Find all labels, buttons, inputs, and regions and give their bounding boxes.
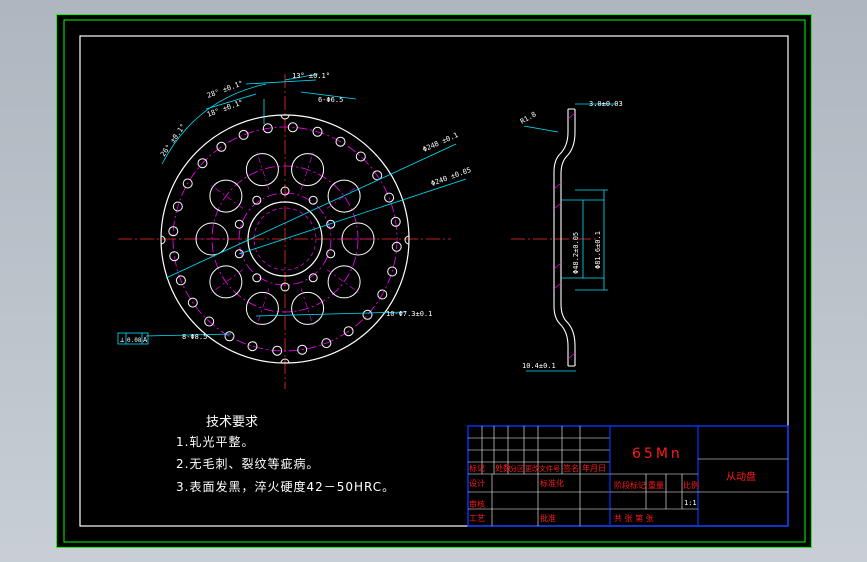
disc-front-view[interactable]: [118, 74, 451, 389]
tb-scale-value: 1:1: [684, 499, 697, 507]
inner-hole: [234, 219, 244, 229]
tb-stage-label: 阶段标记: [614, 480, 646, 490]
drawing-sheet[interactable]: 13° ±0.1° 28° ±0.1° 18° ±0.1° 26° ±0.1° …: [56, 14, 812, 548]
dim-holes-lower: 10-Φ7.3±0.1: [386, 310, 432, 318]
inner-hole: [326, 249, 336, 259]
dim-holes-top: 6-Φ6.5: [318, 96, 343, 104]
outer-hole: [224, 331, 235, 342]
dim-section-width: 10.4±0.1: [522, 362, 556, 370]
tb-label-date: 年月日: [582, 463, 606, 473]
tb-label-mark: 标记: [469, 463, 485, 473]
tb-design: 设计: [469, 478, 485, 488]
tb-label-count: 处数: [495, 463, 511, 473]
inner-hole: [326, 219, 336, 229]
technical-requirements: 技术要求 1.轧光平整。 2.无毛刺、裂纹等疵病。 3.表面发黑，淬火硬度42－…: [176, 415, 395, 494]
title-block[interactable]: 标记 处数 分区 更改文件号 签名 年月日 设计 标准化 审核 工艺 批准 阶段…: [467, 425, 789, 527]
tb-approve: 批准: [540, 513, 556, 523]
dim-angle-top: 13° ±0.1°: [292, 72, 330, 80]
disc-section-view[interactable]: 3.0±0.03 R1.8 Φ48.2±0.05 Φ81.6±0.1 10.4±…: [511, 100, 623, 372]
tb-sheet-label: 共 张 第 张: [614, 513, 654, 523]
dimension-lines: [145, 73, 467, 337]
front-view-dimension-labels: 13° ±0.1° 28° ±0.1° 18° ±0.1° 26° ±0.1° …: [159, 72, 472, 341]
dim-section-d2: Φ81.6±0.1: [594, 231, 602, 269]
tb-process: 工艺: [469, 514, 485, 523]
outer-hole: [169, 251, 180, 262]
tb-label-zone: 分区: [510, 464, 524, 473]
tech-req-item-1: 1.轧光平整。: [176, 434, 254, 449]
dim-section-d1: Φ48.2±0.05: [572, 232, 580, 274]
outer-hole: [238, 129, 249, 140]
dim-dia-1: Φ248 ±0.1: [422, 131, 460, 154]
cad-drawing-canvas[interactable]: 13° ±0.1° 28° ±0.1° 18° ±0.1° 26° ±0.1° …: [56, 14, 812, 548]
tb-part-name: 从动盘: [726, 470, 756, 483]
dim-section-thickness: 3.0±0.03: [589, 100, 623, 108]
dim-dia-2: Φ240 ±0.05: [430, 166, 472, 188]
tb-label-sign: 签名: [563, 463, 579, 473]
tb-weight-label: 重量: [648, 480, 664, 490]
dim-holes-left: 8-Φ8.5: [182, 333, 207, 341]
tol-value: 0.08: [127, 337, 142, 344]
tolerance-frame: ⊥ 0.08 A: [117, 332, 149, 345]
dim-angle-1: 28° ±0.1°: [206, 79, 244, 99]
outer-hole: [362, 309, 373, 320]
outer-hole: [355, 151, 366, 162]
large-hole: [245, 291, 279, 325]
dim-angle-2: 18° ±0.1°: [206, 98, 244, 118]
dim-angle-3: 26° ±0.1°: [159, 122, 187, 158]
tol-symbol: ⊥: [120, 336, 124, 344]
tb-material: 65Mn: [632, 446, 683, 462]
dim-section-r: R1.8: [519, 110, 538, 125]
outer-hole: [247, 341, 258, 352]
tb-scale-label: 比例: [683, 480, 699, 490]
tb-standardize: 标准化: [540, 478, 564, 488]
tech-req-item-2: 2.无毛刺、裂纹等疵病。: [176, 456, 319, 471]
tb-label-change-doc: 更改文件号: [525, 464, 560, 473]
tol-datum: A: [143, 336, 148, 344]
tech-req-title: 技术要求: [206, 415, 258, 430]
tb-review: 审核: [469, 499, 485, 509]
outer-hole: [384, 192, 395, 203]
tech-req-item-3: 3.表面发黑，淬火硬度42－50HRC。: [176, 479, 395, 494]
hole-center-line: [255, 288, 270, 329]
